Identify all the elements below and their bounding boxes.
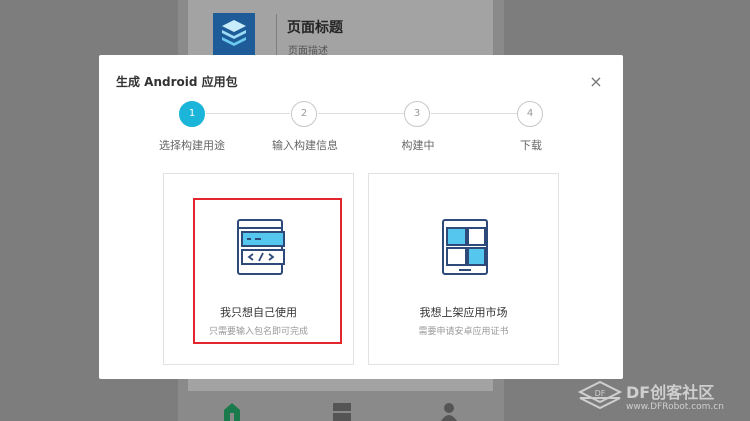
step-3-indicator: 3	[404, 101, 430, 127]
step-4-label: 下载	[520, 139, 542, 152]
dfrobot-logo-icon: DF	[577, 380, 623, 418]
app-grid-icon	[441, 218, 491, 280]
grid-icon[interactable]	[333, 403, 351, 421]
build-dialog: 生成 Android 应用包 × 1 2 3 4 选择构建用途 输入构建信息 构…	[99, 55, 623, 379]
app-logo-icon	[213, 13, 255, 55]
header-divider	[276, 14, 277, 58]
option-subtitle: 需要申请安卓应用证书	[418, 327, 509, 337]
dialog-title: 生成 Android 应用包	[116, 75, 238, 89]
home-icon[interactable]	[224, 403, 240, 421]
watermark-brand: DF创客社区	[626, 383, 715, 402]
option-title: 我想上架应用市场	[419, 306, 508, 319]
step-connector	[431, 113, 517, 114]
user-icon[interactable]	[441, 403, 457, 421]
selection-highlight	[193, 198, 342, 344]
svg-text:DF: DF	[595, 389, 606, 398]
step-1-indicator: 1	[179, 101, 205, 127]
step-2-label: 输入构建信息	[272, 139, 338, 152]
page-title: 页面标题	[287, 20, 343, 36]
step-1-label: 选择构建用途	[159, 139, 225, 152]
step-connector	[206, 113, 290, 114]
watermark-url: www.DFRobot.com.cn	[626, 402, 724, 412]
step-4-indicator: 4	[517, 101, 543, 127]
option-app-market[interactable]: 我想上架应用市场 需要申请安卓应用证书	[368, 173, 559, 365]
close-button[interactable]: ×	[587, 73, 605, 91]
step-3-label: 构建中	[401, 139, 435, 152]
step-connector	[318, 113, 404, 114]
step-2-indicator: 2	[291, 101, 317, 127]
